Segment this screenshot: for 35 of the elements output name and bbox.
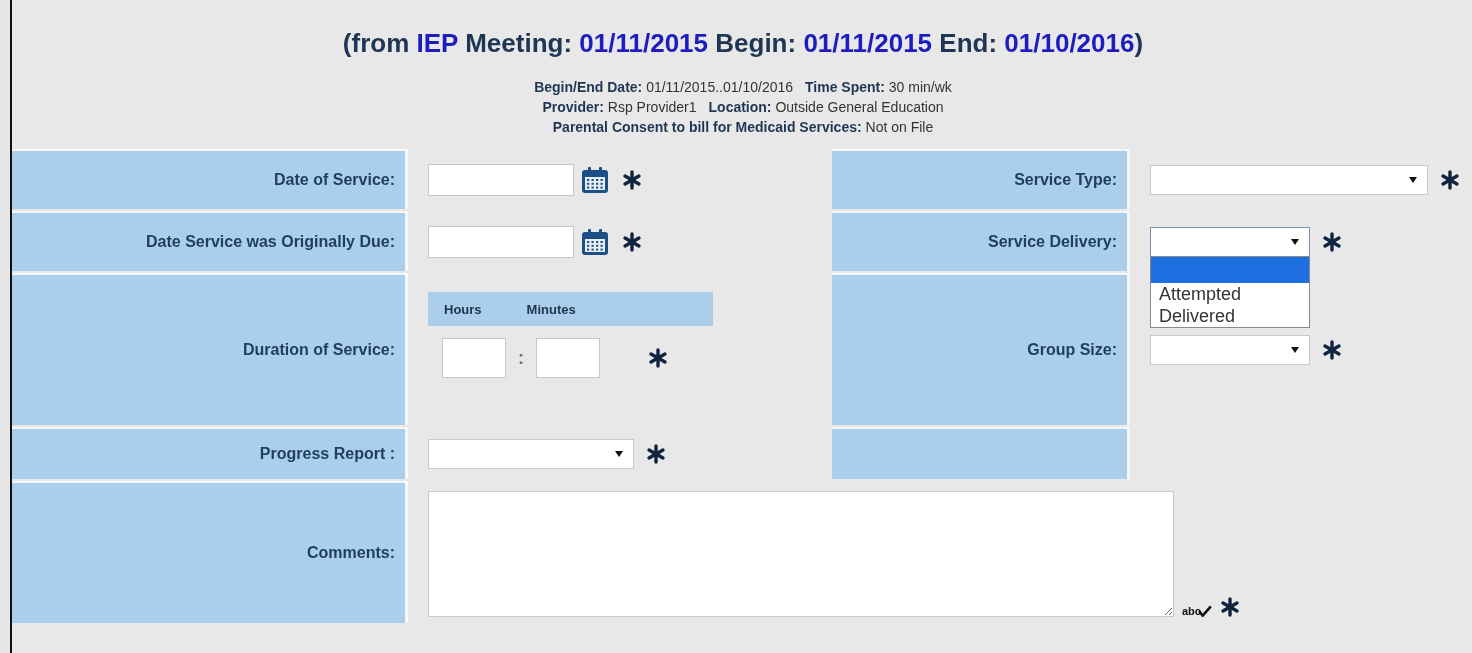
field-label: Comments: (12, 483, 408, 623)
dropdown-option[interactable]: Delivered (1151, 305, 1309, 327)
dropdown[interactable] (428, 439, 634, 469)
field-label: Date of Service: (12, 151, 408, 209)
minutes-field[interactable] (536, 338, 600, 378)
minutes-label: Minutes (526, 301, 576, 317)
calendar-icon[interactable] (580, 227, 610, 257)
caret-icon (1409, 176, 1417, 184)
detail-text: Location: Outside General Education (708, 99, 944, 115)
field-label: Duration of Service: (12, 275, 408, 425)
dropdown[interactable] (1150, 165, 1428, 195)
spellcheck-button[interactable]: abc (1182, 605, 1212, 617)
page-title: (from IEP Meeting: 01/11/2015 Begin: 01/11/2015 End: 01/10/2016) (341, 28, 1145, 59)
hours-label: Hours (444, 301, 482, 317)
detail-text: Time Spent: 30 min/wk (805, 79, 952, 95)
detail-text: Provider: Rsp Provider1 (542, 99, 697, 115)
caret-icon (1291, 238, 1299, 246)
field-label: Date Service was Originally Due: (12, 213, 408, 271)
hours-field[interactable] (442, 338, 506, 378)
field-label: Group Size: (832, 275, 1130, 425)
dropdown[interactable] (1150, 227, 1310, 257)
field-label: Service Type: (832, 151, 1130, 209)
dropdown-option[interactable]: Attempted (1151, 283, 1309, 305)
comments-field[interactable] (428, 491, 1174, 617)
date-field[interactable] (428, 226, 574, 258)
detail-text: Parental Consent to bill for Medicaid Services: Not on File (552, 119, 934, 135)
date-field[interactable] (428, 164, 574, 196)
caret-icon (615, 450, 623, 458)
time-separator: : (518, 347, 524, 369)
detail-text: Begin/End Date: 01/11/2015..01/10/2016 (534, 79, 794, 95)
caret-icon (1291, 346, 1299, 354)
calendar-icon[interactable] (580, 165, 610, 195)
dropdown[interactable] (1150, 335, 1310, 365)
field-label: Progress Report : (12, 429, 408, 479)
field-label: Service Delivery: (832, 213, 1130, 271)
